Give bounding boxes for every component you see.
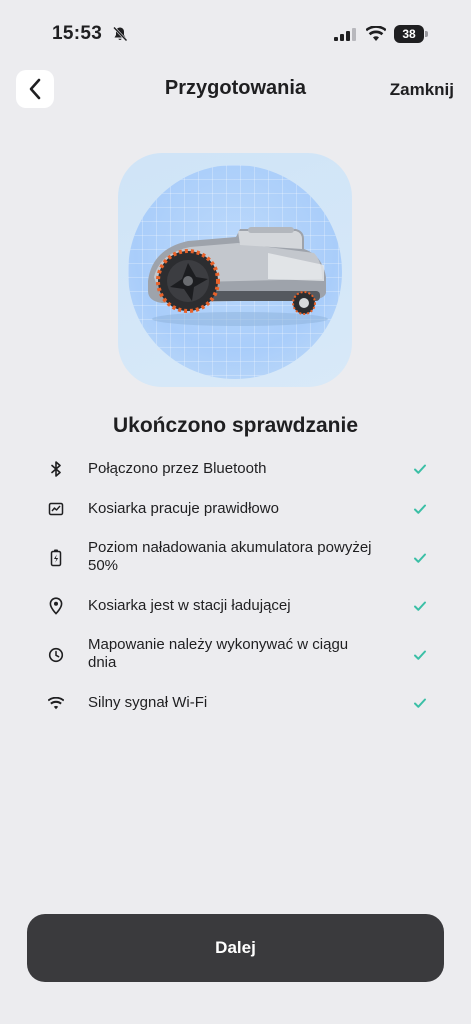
check-label: Połączono przez Bluetooth (88, 460, 267, 477)
status-bar: 15:53 38 (0, 0, 471, 64)
battery-level: 38 (394, 25, 424, 43)
wifi-icon (46, 693, 66, 713)
battery-cap (425, 31, 428, 37)
location-pin-icon (46, 596, 66, 616)
check-label: Poziom naładowania akumulatora powyżej 5… (88, 539, 372, 574)
checkmark-icon (414, 698, 426, 708)
checkmark-icon (414, 504, 426, 514)
next-button[interactable]: Dalej (27, 914, 444, 982)
mower-status-icon (46, 499, 66, 519)
check-label: Kosiarka pracuje prawidłowo (88, 500, 279, 517)
bell-muted-icon (113, 26, 128, 42)
mower-illustration (118, 153, 352, 387)
status-time: 15:53 (52, 23, 103, 44)
check-label: Mapowanie należy wykonywać w ciągu dnia (88, 636, 349, 671)
close-button[interactable]: Zamknij (390, 80, 454, 100)
clock-icon (46, 645, 66, 665)
battery-indicator: 38 (394, 25, 428, 43)
checkmark-icon (414, 601, 426, 611)
wifi-status-icon (366, 26, 386, 41)
checkmark-icon (414, 650, 426, 660)
robot-mower-image (148, 227, 328, 326)
bluetooth-icon (46, 459, 66, 479)
section-title: Ukończono sprawdzanie (112, 414, 359, 437)
checkmark-icon (414, 464, 426, 474)
checkmark-icon (414, 553, 426, 563)
battery-charge-icon (46, 548, 66, 568)
check-label: Kosiarka jest w stacji ładującej (88, 597, 291, 614)
check-label: Silny sygnał Wi-Fi (88, 694, 208, 711)
cellular-signal-icon (334, 28, 356, 41)
